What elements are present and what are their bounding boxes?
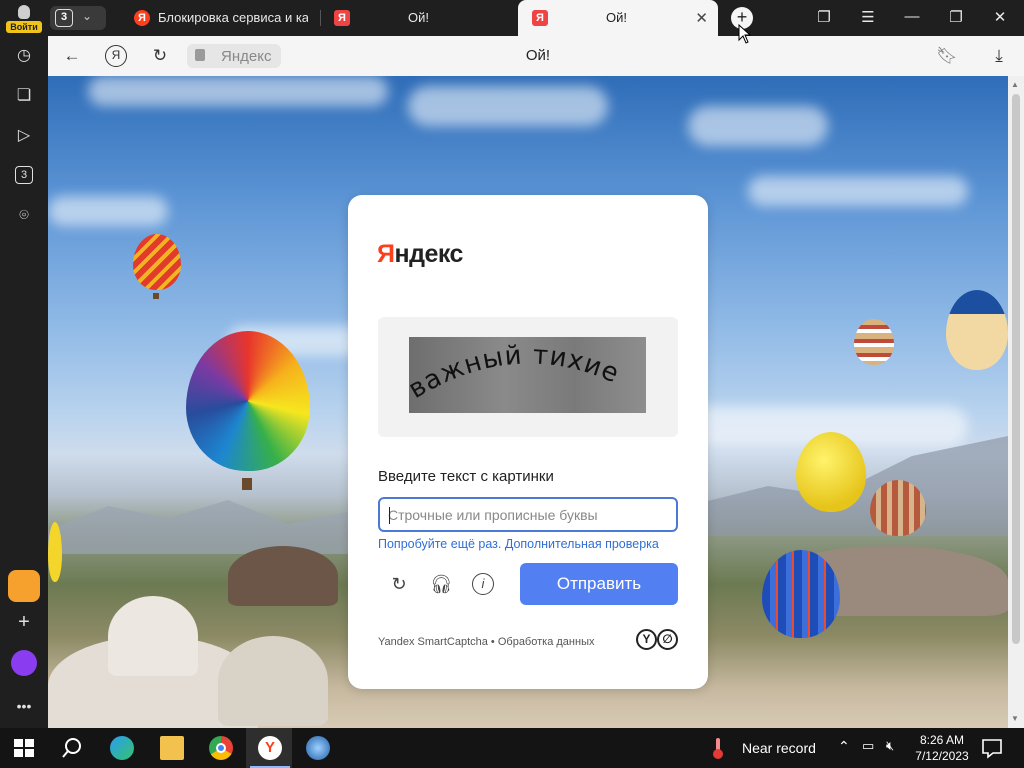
mouse-cursor-icon — [738, 23, 752, 44]
tab-oops-active[interactable]: Я Ой! ✕ — [518, 0, 718, 36]
page-viewport: Яндекс важный тихие Введите текст с карт… — [48, 76, 1008, 728]
address-domain: Яндекс — [221, 48, 272, 65]
extra-check-link[interactable]: Дополнительная проверка — [505, 537, 659, 551]
system-clock[interactable]: 8:26 AM 7/12/2023 — [912, 732, 972, 764]
minimize-button[interactable]: — — [900, 8, 924, 25]
scrollbar-thumb[interactable] — [1012, 94, 1020, 644]
collections-icon[interactable]: ❏ — [14, 86, 34, 106]
screenshot-icon[interactable]: ⌾ — [14, 206, 34, 226]
chrome-icon[interactable] — [209, 736, 233, 760]
captcha-card: Яндекс важный тихие Введите текст с карт… — [348, 195, 708, 689]
mail-app-icon[interactable] — [8, 570, 40, 602]
tab-title: Блокировка сервиса и ка — [158, 10, 308, 25]
volume-muted-icon[interactable]: 🔇︎ — [886, 738, 894, 754]
windows-start-icon[interactable] — [12, 736, 36, 760]
yandex-browser-icon[interactable]: Y — [258, 736, 282, 760]
profile-button[interactable]: Войти — [6, 3, 42, 33]
more-icon[interactable]: ••• — [14, 696, 34, 716]
tab-title: Ой! — [606, 10, 627, 25]
windows-taskbar: Y Near record ⌃ ▭ 🔇︎ 8:26 AM 7/12/2023 — [0, 728, 1024, 768]
chevron-up-icon[interactable]: ⌃ — [838, 738, 850, 755]
address-chip[interactable]: Яндекс — [187, 44, 281, 68]
footer-brand: Yandex SmartCaptcha — [378, 636, 488, 648]
menu-icon[interactable]: ☰ — [856, 8, 880, 26]
captcha-footer: Yandex SmartCaptcha • Обработка данных — [378, 636, 594, 648]
chevron-down-icon: ⌄ — [82, 9, 93, 23]
history-icon[interactable]: ◷ — [14, 46, 34, 66]
page-scrollbar[interactable]: ▲ ▼ — [1008, 76, 1024, 728]
reload-button[interactable]: ↻ — [149, 45, 171, 67]
yandex-home-button[interactable]: Я — [105, 45, 127, 67]
network-icon[interactable]: ▭ — [862, 738, 874, 754]
yandex-favicon-icon: Я — [134, 10, 150, 26]
captcha-favicon-icon: Я — [532, 10, 548, 26]
weather-text[interactable]: Near record — [742, 740, 816, 756]
add-panel-icon[interactable]: + — [14, 612, 34, 632]
notifications-icon[interactable] — [980, 736, 1004, 760]
page-title[interactable]: Ой! — [526, 47, 550, 64]
audio-captcha-icon[interactable]: 🎧︎ — [430, 573, 453, 595]
captcha-input-box[interactable] — [378, 497, 678, 532]
thermometer-icon[interactable] — [712, 736, 724, 760]
tab-manager-icon[interactable]: ❐ — [812, 8, 836, 26]
footer-separator: • — [490, 636, 495, 648]
captcha-prompt: Введите текст с картинки — [378, 468, 554, 485]
back-button[interactable]: ← — [61, 45, 83, 67]
lock-icon — [195, 49, 205, 61]
privacy-link[interactable]: Обработка данных — [498, 636, 595, 648]
close-window-button[interactable]: ✕ — [988, 8, 1012, 26]
video-icon[interactable]: ▷ — [14, 126, 34, 146]
app-icon[interactable] — [306, 736, 330, 760]
file-explorer-icon[interactable] — [160, 736, 184, 760]
browser-toolbar: ← Я ↻ Яндекс Ой! 🔖︎ ⤓ — [48, 36, 1024, 76]
clock-time: 8:26 AM — [919, 733, 965, 747]
alice-assistant-icon[interactable] — [11, 650, 37, 676]
clock-date: 7/12/2023 — [915, 749, 969, 763]
captcha-image-box: важный тихие — [378, 317, 678, 437]
tab-title: Ой! — [408, 10, 429, 25]
scroll-up-arrow-icon[interactable]: ▲ — [1011, 80, 1019, 89]
captcha-input[interactable] — [388, 505, 668, 525]
title-bar: Войти 3 ⌄ Я Блокировка сервиса и ка Я Ой… — [0, 0, 1024, 36]
tabs-count-icon[interactable]: 3 — [15, 166, 33, 184]
left-sidebar: ◷ ❏ ▷ 3 ⌾ + ••• — [0, 36, 48, 728]
tab-blocking[interactable]: Я Блокировка сервиса и ка — [120, 0, 320, 36]
search-icon[interactable] — [60, 736, 84, 760]
download-icon[interactable]: ⤓ — [988, 45, 1010, 67]
edge-icon[interactable] — [110, 736, 134, 760]
tab-count: 3 — [55, 9, 73, 27]
captcha-favicon-icon: Я — [334, 10, 350, 26]
scroll-down-arrow-icon[interactable]: ▼ — [1011, 714, 1019, 723]
captcha-image-text: важный тихие — [409, 340, 623, 405]
tab-oops-1[interactable]: Я Ой! — [320, 0, 518, 36]
bookmark-icon[interactable]: 🔖︎ — [936, 45, 958, 67]
info-icon[interactable]: i — [472, 573, 494, 595]
yandex-logo: Яндекс — [377, 240, 463, 268]
submit-button[interactable]: Отправить — [520, 563, 678, 605]
text-caret — [389, 507, 390, 524]
svg-text:важный тихие: важный тихие — [409, 340, 624, 405]
close-tab-icon[interactable]: ✕ — [695, 9, 708, 27]
refresh-captcha-icon[interactable]: ↻ — [388, 573, 410, 595]
tab-group-button[interactable]: 3 ⌄ — [50, 6, 106, 30]
restore-button[interactable]: ❐ — [944, 8, 968, 26]
login-badge: Войти — [6, 21, 42, 33]
captcha-image: важный тихие — [409, 337, 646, 413]
captcha-links: Попробуйте ещё раз. Дополнительная прове… — [378, 537, 659, 551]
retry-link[interactable]: Попробуйте ещё раз. — [378, 537, 501, 551]
smartcaptcha-logo-icon: Y ∅ — [636, 629, 680, 651]
user-avatar-icon — [18, 5, 30, 19]
